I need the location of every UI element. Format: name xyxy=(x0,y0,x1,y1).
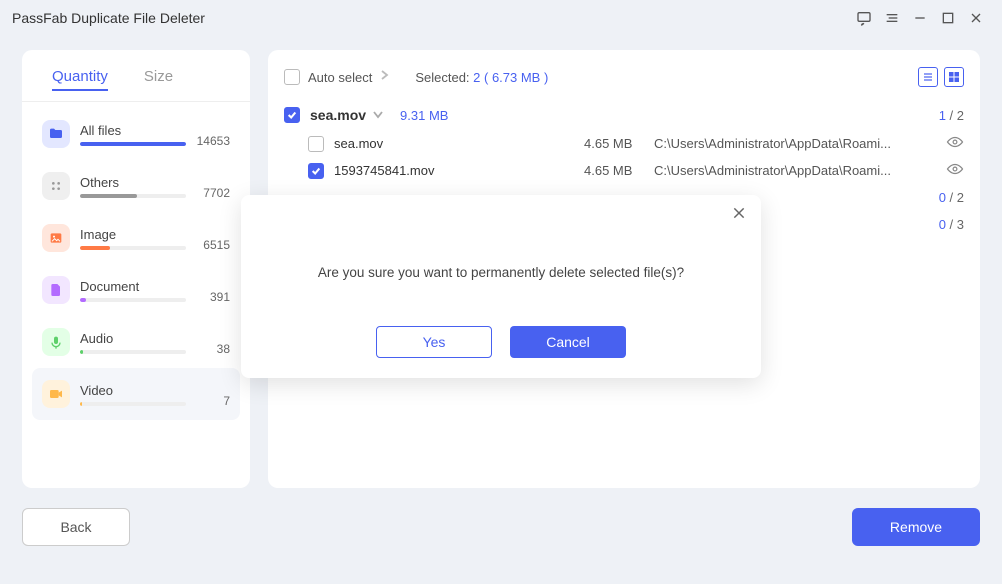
divider xyxy=(22,101,250,102)
folder-icon xyxy=(42,120,70,148)
sidebar-item-document[interactable]: Document 391 xyxy=(32,264,240,316)
confirm-dialog: Are you sure you want to permanently del… xyxy=(241,195,761,378)
category-label: Document xyxy=(80,279,186,294)
dialog-close-icon[interactable] xyxy=(731,205,747,226)
file-name: sea.mov xyxy=(334,136,584,151)
file-row[interactable]: sea.mov 4.65 MB C:\Users\Administrator\A… xyxy=(284,130,964,157)
auto-select-label: Auto select xyxy=(308,70,372,85)
chevron-right-icon[interactable] xyxy=(380,68,389,86)
sidebar: Quantity Size All files 14653 Others 770… xyxy=(22,50,250,488)
feedback-icon[interactable] xyxy=(850,4,878,32)
category-label: Image xyxy=(80,227,186,242)
sidebar-item-video[interactable]: Video 7 xyxy=(32,368,240,420)
sidebar-item-all-files[interactable]: All files 14653 xyxy=(32,108,240,160)
group-count: 1 / 2 xyxy=(939,108,964,123)
app-title: PassFab Duplicate File Deleter xyxy=(12,10,205,26)
dialog-message: Are you sure you want to permanently del… xyxy=(259,265,743,280)
category-count: 38 xyxy=(186,328,230,356)
category-label: Audio xyxy=(80,331,186,346)
group-count: 0 / 3 xyxy=(939,217,964,232)
file-row[interactable]: 1593745841.mov 4.65 MB C:\Users\Administ… xyxy=(284,157,964,184)
back-button[interactable]: Back xyxy=(22,508,130,546)
file-path: C:\Users\Administrator\AppData\Roami... xyxy=(654,136,938,151)
group-checkbox[interactable] xyxy=(284,107,300,123)
category-label: Others xyxy=(80,175,186,190)
audio-icon xyxy=(42,328,70,356)
file-checkbox[interactable] xyxy=(308,136,324,152)
sidebar-item-audio[interactable]: Audio 38 xyxy=(32,316,240,368)
doc-icon xyxy=(42,276,70,304)
maximize-icon[interactable] xyxy=(934,4,962,32)
grid-icon xyxy=(42,172,70,200)
category-label: Video xyxy=(80,383,186,398)
file-size: 4.65 MB xyxy=(584,163,654,178)
file-path: C:\Users\Administrator\AppData\Roami... xyxy=(654,163,938,178)
group-header[interactable]: sea.mov 9.31 MB 1 / 2 xyxy=(284,100,964,130)
titlebar: PassFab Duplicate File Deleter xyxy=(0,0,1002,36)
category-label: All files xyxy=(80,123,186,138)
group-size: 9.31 MB xyxy=(400,108,448,123)
file-name: 1593745841.mov xyxy=(334,163,584,178)
image-icon xyxy=(42,224,70,252)
sidebar-item-others[interactable]: Others 7702 xyxy=(32,160,240,212)
category-count: 7 xyxy=(186,380,230,408)
category-count: 6515 xyxy=(186,224,230,252)
category-count: 391 xyxy=(186,276,230,304)
list-view-icon[interactable] xyxy=(918,67,938,87)
preview-icon[interactable] xyxy=(946,135,964,152)
selected-summary: Selected: 2 ( 6.73 MB ) xyxy=(415,70,548,85)
video-icon xyxy=(42,380,70,408)
category-count: 14653 xyxy=(186,120,230,148)
tab-quantity[interactable]: Quantity xyxy=(52,68,108,91)
chevron-down-icon[interactable] xyxy=(372,106,384,124)
tab-size[interactable]: Size xyxy=(144,68,173,91)
remove-button[interactable]: Remove xyxy=(852,508,980,546)
file-checkbox[interactable] xyxy=(308,163,324,179)
minimize-icon[interactable] xyxy=(906,4,934,32)
grid-view-icon[interactable] xyxy=(944,67,964,87)
cancel-button[interactable]: Cancel xyxy=(510,326,626,358)
group-count: 0 / 2 xyxy=(939,190,964,205)
file-size: 4.65 MB xyxy=(584,136,654,151)
group-name: sea.mov xyxy=(310,107,366,123)
auto-select-checkbox[interactable] xyxy=(284,69,300,85)
preview-icon[interactable] xyxy=(946,162,964,179)
menu-icon[interactable] xyxy=(878,4,906,32)
category-count: 7702 xyxy=(186,172,230,200)
close-icon[interactable] xyxy=(962,4,990,32)
sidebar-item-image[interactable]: Image 6515 xyxy=(32,212,240,264)
yes-button[interactable]: Yes xyxy=(376,326,492,358)
